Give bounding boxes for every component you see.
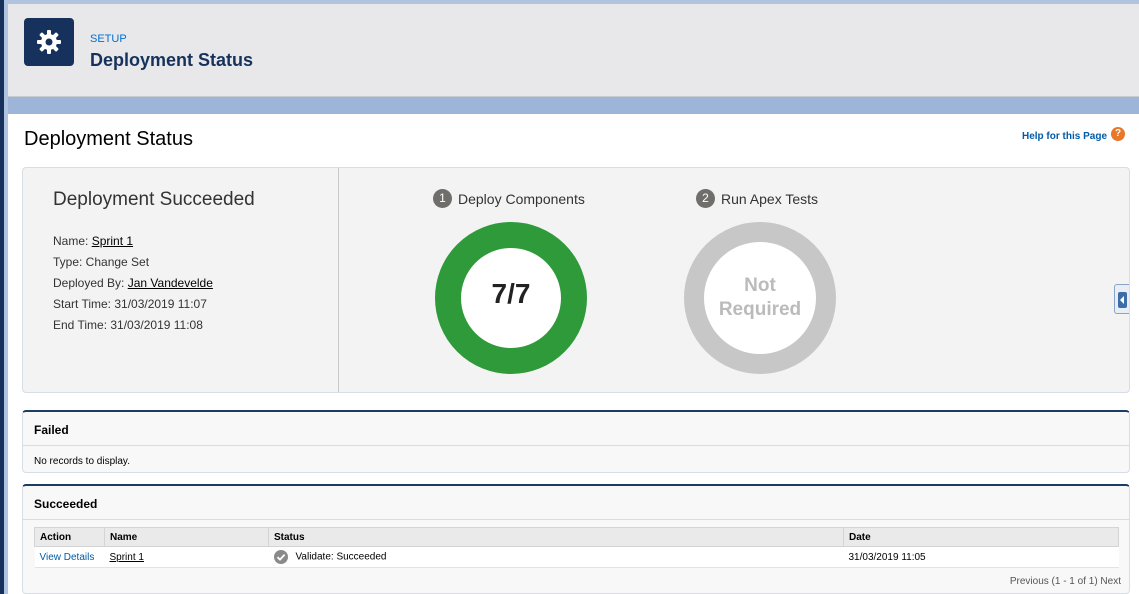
column-header-action: Action bbox=[34, 527, 105, 547]
step-number: 2 bbox=[696, 189, 715, 208]
divider bbox=[23, 519, 1129, 520]
setup-header: SETUP Deployment Status bbox=[8, 4, 1139, 97]
apex-tests-status: Not Required bbox=[682, 274, 838, 322]
deployment-name-link[interactable]: Sprint 1 bbox=[92, 234, 133, 248]
column-header-status: Status bbox=[268, 527, 844, 547]
deployed-by-label: Deployed By: bbox=[53, 276, 128, 290]
status-cell: Validate: Succeeded bbox=[268, 546, 844, 568]
deployment-info: Deployment Succeeded Name: Sprint 1 Type… bbox=[23, 168, 339, 392]
succeeded-section: Succeeded Action Name Status Date View D… bbox=[22, 484, 1130, 594]
end-time: End Time: 31/03/2019 11:08 bbox=[53, 318, 203, 332]
table-row: View Details Sprint 1 Validate: Succeede… bbox=[34, 546, 1119, 568]
checkmark-icon bbox=[273, 550, 288, 564]
divider bbox=[23, 445, 1129, 446]
column-header-date: Date bbox=[843, 527, 1119, 547]
sidebar-toggle-tab[interactable] bbox=[1114, 284, 1129, 314]
step-number: 1 bbox=[433, 189, 452, 208]
deployed-by-link[interactable]: Jan Vandevelde bbox=[128, 276, 213, 290]
help-icon[interactable]: ? bbox=[1111, 127, 1125, 141]
deployed-by: Deployed By: Jan Vandevelde bbox=[53, 276, 213, 290]
start-time: Start Time: 31/03/2019 11:07 bbox=[53, 297, 207, 311]
header-title: Deployment Status bbox=[90, 50, 254, 70]
step-label: Deploy Components bbox=[458, 190, 585, 207]
succeeded-title: Succeeded bbox=[34, 497, 98, 511]
page-content: Deployment Status Help for this Page ? D… bbox=[8, 114, 1139, 594]
failed-title: Failed bbox=[34, 423, 69, 437]
action-cell: View Details bbox=[34, 546, 105, 568]
name-label: Name: bbox=[53, 234, 92, 248]
apex-status-line1: Not bbox=[744, 275, 776, 296]
deployment-name: Name: Sprint 1 bbox=[53, 234, 133, 248]
help-link[interactable]: Help for this Page bbox=[1022, 131, 1107, 142]
breadcrumb-setup[interactable]: SETUP bbox=[90, 33, 127, 45]
apex-tests-ring: Not Required bbox=[682, 220, 838, 376]
apex-status-line2: Required bbox=[718, 299, 802, 320]
page-title: Deployment Status bbox=[24, 128, 193, 150]
deploy-components-ring: 7/7 bbox=[433, 220, 589, 376]
deployment-summary-panel: Deployment Succeeded Name: Sprint 1 Type… bbox=[22, 167, 1130, 393]
column-header-name: Name bbox=[104, 527, 269, 547]
succeeded-table: Action Name Status Date View Details Spr… bbox=[34, 527, 1119, 568]
deployment-type: Type: Change Set bbox=[53, 255, 150, 269]
components-count: 7/7 bbox=[491, 278, 531, 309]
gear-icon bbox=[24, 18, 74, 66]
step-deploy-components: 1 Deploy Components bbox=[433, 189, 585, 208]
deployment-result-title: Deployment Succeeded bbox=[53, 189, 255, 210]
status-text: Validate: Succeeded bbox=[295, 551, 387, 563]
component-name-link[interactable]: Sprint 1 bbox=[110, 552, 144, 563]
step-run-apex-tests: 2 Run Apex Tests bbox=[696, 189, 818, 208]
name-cell: Sprint 1 bbox=[104, 546, 269, 568]
view-details-link[interactable]: View Details bbox=[40, 552, 95, 563]
date-cell: 31/03/2019 11:05 bbox=[843, 546, 1119, 568]
pagination[interactable]: Previous (1 - 1 of 1) Next bbox=[1010, 576, 1121, 587]
decorative-band bbox=[8, 97, 1139, 114]
step-label: Run Apex Tests bbox=[721, 190, 819, 207]
no-records-text: No records to display. bbox=[34, 456, 130, 467]
chevron-left-icon bbox=[1118, 292, 1127, 308]
failed-section: Failed No records to display. bbox=[22, 410, 1130, 473]
table-header-row: Action Name Status Date bbox=[34, 527, 1119, 547]
